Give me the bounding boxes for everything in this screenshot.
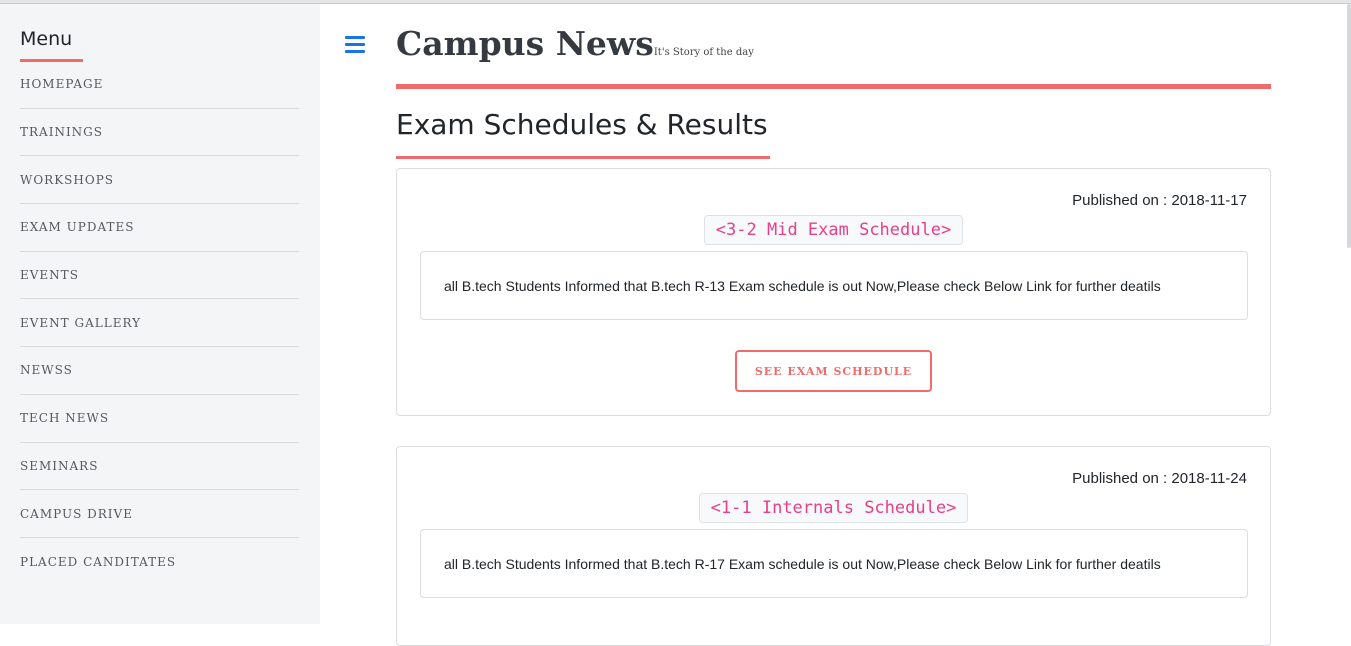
sidebar-item-label[interactable]: TECH NEWS [20,411,109,425]
sidebar-item-label[interactable]: WORKSHOPS [20,173,114,187]
sidebar-item-label[interactable]: PLACED CANDITATES [20,555,176,569]
sidebar-item-label[interactable]: TRAININGS [20,125,103,139]
post-body: all B.tech Students Informed that B.tech… [420,251,1248,320]
post-title: <1-1 Internals Schedule> [698,493,969,523]
hamburger-bar [345,50,365,53]
sidebar-menu: HOMEPAGE TRAININGS WORKSHOPS EXAM UPDATE… [20,61,299,586]
title-divider [396,84,1271,89]
sidebar-item-campus-drive[interactable]: CAMPUS DRIVE [20,490,299,538]
sidebar-item-trainings[interactable]: TRAININGS [20,109,299,157]
page-scrollbar[interactable] [1347,4,1351,248]
sidebar-item-seminars[interactable]: SEMINARS [20,443,299,491]
sidebar-item-workshops[interactable]: WORKSHOPS [20,156,299,205]
sidebar-item-label[interactable]: NEWSS [20,363,73,377]
sidebar-title: Menu [20,28,73,50]
post-title: <3-2 Mid Exam Schedule> [703,215,964,245]
hamburger-icon[interactable] [345,36,365,54]
post-card: Published on : 2018-11-17 <3-2 Mid Exam … [396,168,1271,416]
sidebar-item-label[interactable]: HOMEPAGE [20,77,103,91]
site-title: Campus NewsIt's Story of the day [396,24,754,63]
sidebar-item-label[interactable]: EVENT GALLERY [20,316,141,330]
sidebar-item-label[interactable]: SEMINARS [20,459,98,473]
published-date: Published on : 2018-11-24 [1072,470,1247,487]
sidebar-item-newss[interactable]: NEWSS [20,347,299,395]
sidebar-item-label[interactable]: EXAM UPDATES [20,220,134,234]
sidebar: Menu HOMEPAGE TRAININGS WORKSHOPS EXAM U… [0,4,320,624]
sidebar-item-events[interactable]: EVENTS [20,252,299,300]
published-date: Published on : 2018-11-17 [1072,192,1247,209]
sidebar-item-tech-news[interactable]: TECH NEWS [20,395,299,443]
sidebar-item-homepage[interactable]: HOMEPAGE [20,61,299,109]
section-heading: Exam Schedules & Results [396,108,768,141]
post-title-wrap: <3-2 Mid Exam Schedule> [397,215,1270,245]
see-exam-schedule-button[interactable]: SEE EXAM SCHEDULE [735,350,932,392]
sidebar-item-event-gallery[interactable]: EVENT GALLERY [20,299,299,348]
sidebar-item-placed-canditates[interactable]: PLACED CANDITATES [20,538,299,586]
hamburger-bar [345,36,365,39]
post-card: Published on : 2018-11-24 <1-1 Internals… [396,446,1271,646]
post-title-wrap: <1-1 Internals Schedule> [397,493,1270,523]
site-title-text: Campus News [396,24,654,63]
section-heading-underline [396,156,770,159]
site-tagline: It's Story of the day [653,47,754,58]
hamburger-bar [345,43,365,46]
sidebar-item-label[interactable]: EVENTS [20,268,79,282]
sidebar-item-label[interactable]: CAMPUS DRIVE [20,507,133,521]
post-body: all B.tech Students Informed that B.tech… [420,529,1248,598]
sidebar-item-exam-updates[interactable]: EXAM UPDATES [20,204,299,252]
